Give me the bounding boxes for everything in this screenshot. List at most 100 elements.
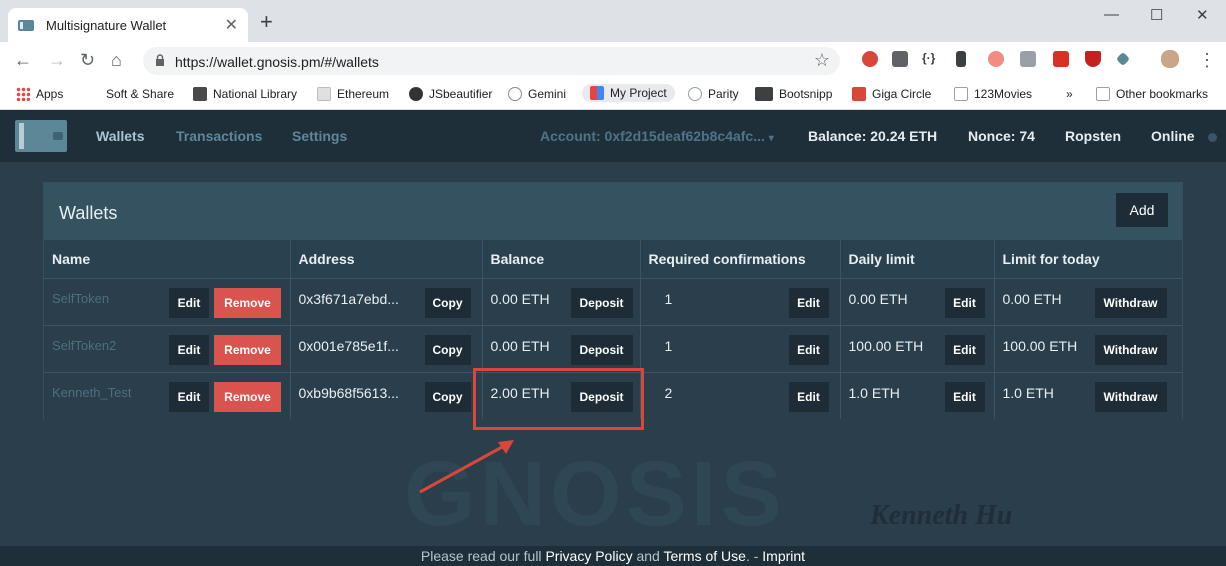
bookmark-ethereum[interactable]: Ethereum	[317, 87, 389, 101]
edit-name-button[interactable]: Edit	[169, 381, 209, 412]
remove-wallet-button[interactable]: Remove	[214, 334, 281, 365]
nav-settings[interactable]: Settings	[292, 128, 347, 144]
bookmark-star-icon[interactable]: ☆	[814, 50, 830, 71]
lock-icon	[156, 54, 164, 66]
bookmark-label: Bootsnipp	[779, 87, 833, 101]
confirmations-cell: 1 Edit	[640, 277, 841, 325]
project-icon	[590, 86, 604, 100]
copy-address-button[interactable]: Copy	[424, 334, 471, 365]
deposit-button[interactable]: Deposit	[570, 334, 633, 365]
balance-cell: 0.00 ETH Deposit	[482, 277, 641, 325]
edit-name-button[interactable]: Edit	[169, 287, 209, 318]
bookmark-my-project[interactable]: My Project	[582, 84, 675, 102]
camera-extension-icon[interactable]	[1020, 51, 1036, 67]
withdraw-button[interactable]: Withdraw	[1094, 381, 1167, 412]
reload-icon[interactable]: ↻	[80, 50, 95, 70]
bookmark-soft-share[interactable]: Soft & Share	[106, 87, 174, 101]
daily-limit-cell: 1.0 ETH Edit	[840, 371, 995, 419]
withdraw-button[interactable]: Withdraw	[1094, 334, 1167, 365]
bookmark-label: Giga Circle	[872, 87, 932, 101]
wallet-name-link[interactable]: SelfToken	[52, 291, 109, 306]
back-icon[interactable]: ←	[14, 50, 32, 70]
limit-today-cell: 100.00 ETH Withdraw	[994, 324, 1182, 372]
page-icon	[954, 87, 968, 101]
json-extension-icon[interactable]: {·}	[922, 51, 938, 67]
bookmark-giga-circle[interactable]: Giga Circle	[852, 87, 931, 101]
bookmark-label: Ethereum	[337, 87, 390, 101]
bookmark-bootsnipp[interactable]: Bootsnipp	[755, 87, 832, 101]
bookmark-jsbeautifier[interactable]: JSbeautifier	[409, 87, 492, 101]
required-confirmations: 2	[664, 384, 673, 401]
extension-icon[interactable]	[1053, 51, 1069, 67]
main-content: GNOSIS Kenneth Hu Wallets Add Name Addre…	[0, 162, 1226, 546]
bookmark-label: Gemini	[528, 87, 567, 101]
address-bar[interactable]: https://wallet.gnosis.pm/#/wallets ☆	[143, 47, 840, 75]
column-header: Address	[290, 240, 483, 278]
edit-daily-limit-button[interactable]: Edit	[944, 287, 985, 318]
menu-dots-icon[interactable]: ⋮	[1198, 50, 1216, 70]
browser-tab[interactable]: Multisignature Wallet ✕	[8, 8, 248, 42]
bookmark-other[interactable]: Other bookmarks	[1096, 87, 1208, 101]
remove-wallet-button[interactable]: Remove	[214, 287, 281, 318]
edit-confirmations-button[interactable]: Edit	[788, 334, 829, 365]
bookmarks-overflow[interactable]: »	[1066, 87, 1073, 101]
new-tab-icon[interactable]: +	[260, 11, 273, 33]
nav-wallets[interactable]: Wallets	[96, 128, 145, 144]
terms-of-use-link[interactable]: Terms of Use	[663, 548, 745, 564]
forward-icon[interactable]: →	[48, 50, 66, 70]
nav-transactions[interactable]: Transactions	[176, 128, 262, 144]
connection-status: Online	[1151, 128, 1195, 144]
remove-wallet-button[interactable]: Remove	[214, 381, 281, 412]
page-icon	[317, 87, 331, 101]
bookmark-label: Other bookmarks	[1116, 87, 1209, 101]
close-window-icon[interactable]: ✕	[1196, 6, 1209, 24]
panel-header: Wallets Add	[44, 183, 1182, 240]
wallet-name-link[interactable]: Kenneth_Test	[52, 385, 132, 400]
edit-daily-limit-button[interactable]: Edit	[944, 334, 985, 365]
bookmark-123movies[interactable]: 123Movies	[954, 87, 1032, 101]
edit-name-button[interactable]: Edit	[169, 334, 209, 365]
maximize-icon[interactable]: ☐	[1150, 6, 1163, 24]
close-tab-icon[interactable]: ✕	[225, 15, 238, 35]
extension-icon[interactable]	[862, 51, 878, 67]
daily-limit-cell: 0.00 ETH Edit	[840, 277, 995, 325]
deposit-button[interactable]: Deposit	[570, 287, 633, 318]
panel-title: Wallets	[59, 203, 118, 223]
edit-daily-limit-button[interactable]: Edit	[944, 381, 985, 412]
copy-address-button[interactable]: Copy	[424, 287, 471, 318]
author-signature: Kenneth Hu	[870, 500, 1013, 531]
wallet-address: 0x3f671a7ebd...	[298, 290, 399, 307]
bookmark-apps[interactable]: Apps	[16, 87, 63, 101]
extension-icon[interactable]	[988, 51, 1004, 67]
pen-extension-icon[interactable]	[956, 51, 966, 67]
add-wallet-button[interactable]: Add	[1116, 193, 1168, 227]
imprint-link[interactable]: Imprint	[762, 548, 805, 564]
shield-extension-icon[interactable]	[1085, 51, 1101, 67]
caret-down-icon: ▾	[768, 133, 774, 144]
bookmark-national-library[interactable]: National Library	[193, 87, 297, 101]
account-dropdown[interactable]: Account: 0xf2d15deaf62b8c4afc... ▾	[540, 128, 774, 144]
limit-for-today: 100.00 ETH	[1002, 337, 1078, 354]
bookmark-label: 123Movies	[974, 87, 1033, 101]
withdraw-button[interactable]: Withdraw	[1094, 287, 1167, 318]
column-header: Daily limit	[840, 240, 995, 278]
edit-confirmations-button[interactable]: Edit	[788, 287, 829, 318]
minimize-icon[interactable]: —	[1104, 6, 1119, 23]
translate-extension-icon[interactable]	[892, 51, 908, 67]
account-address: Account: 0xf2d15deaf62b8c4afc...	[540, 128, 765, 144]
copy-address-button[interactable]: Copy	[424, 381, 471, 412]
bookmark-label: My Project	[610, 86, 667, 100]
wallet-name-link[interactable]: SelfToken2	[52, 338, 116, 353]
bookmark-parity[interactable]: Parity	[688, 87, 739, 101]
bookmark-gemini[interactable]: Gemini	[508, 87, 566, 101]
table-row: SelfToken2 Edit Remove 0x001e785e1f... C…	[44, 324, 1182, 372]
home-icon[interactable]: ⌂	[111, 50, 122, 70]
profile-avatar[interactable]	[1161, 50, 1179, 68]
table-row: SelfToken Edit Remove 0x3f671a7ebd... Co…	[44, 277, 1182, 325]
wallet-balance: 0.00 ETH	[490, 337, 550, 354]
wallet-logo-icon[interactable]	[15, 120, 67, 152]
name-cell: SelfToken2 Edit Remove	[44, 324, 291, 372]
edit-confirmations-button[interactable]: Edit	[788, 381, 829, 412]
privacy-policy-link[interactable]: Privacy Policy	[545, 548, 632, 564]
address-cell: 0x001e785e1f... Copy	[290, 324, 483, 372]
